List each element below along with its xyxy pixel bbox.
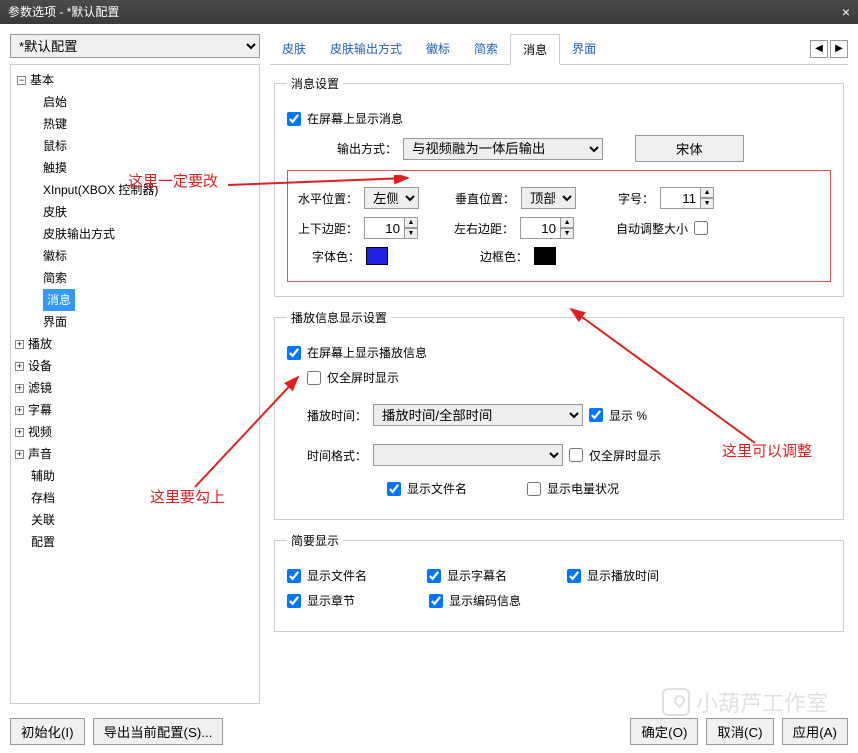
tab[interactable]: 皮肤 <box>270 34 318 64</box>
tab-scroll-left[interactable]: ◀ <box>810 40 828 58</box>
tree-node[interactable]: 存档 <box>15 487 255 509</box>
expand-icon[interactable]: + <box>15 384 24 393</box>
expand-icon[interactable]: + <box>15 406 24 415</box>
tree-node[interactable]: 简索 <box>43 267 255 289</box>
bordercolor-label: 边框色： <box>480 248 528 265</box>
tree-node[interactable]: 皮肤输出方式 <box>43 223 255 245</box>
timefmt-label: 时间格式： <box>307 447 367 464</box>
apply-button[interactable]: 应用(A) <box>782 718 848 745</box>
hpos-label: 水平位置： <box>298 190 358 207</box>
tree-node[interactable]: +视频 <box>15 421 255 443</box>
brief-playtime-checkbox[interactable]: 显示播放时间 <box>567 567 659 584</box>
bordercolor-swatch[interactable] <box>534 247 556 265</box>
output-mode-select[interactable]: 与视频融为一体后输出 <box>403 138 603 160</box>
expand-icon[interactable]: + <box>15 450 24 459</box>
timefmt-select[interactable] <box>373 444 563 466</box>
collapse-icon[interactable]: − <box>17 76 26 85</box>
close-icon[interactable]: × <box>842 0 850 24</box>
tree-node[interactable]: 热键 <box>43 113 255 135</box>
brief-display-group: 简要显示 显示文件名 显示字幕名 显示播放时间 显示章节 显示编码信息 <box>274 532 844 632</box>
tabs: 皮肤皮肤输出方式徽标简索消息界面 ◀ ▶ <box>270 34 848 65</box>
output-mode-label: 输出方式： <box>337 140 397 157</box>
autosize-checkbox[interactable]: 自动调整大小 <box>616 220 708 237</box>
tree-node[interactable]: +声音 <box>15 443 255 465</box>
tree-node[interactable]: +播放 <box>15 333 255 355</box>
show-battery-checkbox[interactable]: 显示电量状况 <box>527 480 619 497</box>
fontcolor-swatch[interactable] <box>366 247 388 265</box>
tree-node[interactable]: +设备 <box>15 355 255 377</box>
vpos-select[interactable]: 顶部 <box>521 187 576 209</box>
fontsize-spinner[interactable]: ▲▼ <box>660 187 714 209</box>
brief-filename-checkbox[interactable]: 显示文件名 <box>287 567 367 584</box>
brief-codec-checkbox[interactable]: 显示编码信息 <box>429 592 521 609</box>
window-title: 参数选项 - *默认配置 <box>8 0 119 24</box>
tree-node[interactable]: 触摸 <box>43 157 255 179</box>
vmargin-spinner[interactable]: ▲▼ <box>364 217 418 239</box>
playtime-select[interactable]: 播放时间/全部时间 <box>373 404 583 426</box>
tree-node[interactable]: 皮肤 <box>43 201 255 223</box>
footer: 初始化(I) 导出当前配置(S)... 确定(O) 取消(C) 应用(A) <box>10 718 848 745</box>
expand-icon[interactable]: + <box>15 340 24 349</box>
tree-node[interactable]: 启始 <box>43 91 255 113</box>
tree-node[interactable]: +字幕 <box>15 399 255 421</box>
tree-node[interactable]: +滤镜 <box>15 377 255 399</box>
tree-node[interactable]: 消息 <box>43 289 75 311</box>
init-button[interactable]: 初始化(I) <box>10 718 85 745</box>
only-fullscreen-checkbox[interactable]: 仅全屏时显示 <box>307 369 399 386</box>
tree-node[interactable]: 关联 <box>15 509 255 531</box>
tree-node[interactable]: 界面 <box>43 311 255 333</box>
config-selector[interactable]: *默认配置 <box>10 34 260 58</box>
tree-panel: −基本 启始热键鼠标触摸XInput(XBOX 控制器)皮肤皮肤输出方式徽标简索… <box>10 64 260 704</box>
hmargin-label: 左右边距： <box>454 220 514 237</box>
tree-node[interactable]: 徽标 <box>43 245 255 267</box>
tab[interactable]: 徽标 <box>414 34 462 64</box>
tree-node[interactable]: 鼠标 <box>43 135 255 157</box>
only-fullscreen2-checkbox[interactable]: 仅全屏时显示 <box>569 447 661 464</box>
message-settings-group: 消息设置 在屏幕上显示消息 输出方式： 与视频融为一体后输出 宋体 水平位置： … <box>274 75 844 297</box>
playback-info-legend: 播放信息显示设置 <box>287 309 391 326</box>
tab[interactable]: 消息 <box>510 34 560 65</box>
brief-subtitle-checkbox[interactable]: 显示字幕名 <box>427 567 507 584</box>
hpos-select[interactable]: 左侧 <box>364 187 419 209</box>
tree-node-basic[interactable]: −基本 <box>15 69 255 91</box>
playback-info-group: 播放信息显示设置 在屏幕上显示播放信息 仅全屏时显示 播放时间： 播放时间/全部… <box>274 309 844 520</box>
message-settings-legend: 消息设置 <box>287 75 343 92</box>
brief-chapter-checkbox[interactable]: 显示章节 <box>287 592 355 609</box>
titlebar: 参数选项 - *默认配置 × <box>0 0 858 24</box>
tab[interactable]: 简索 <box>462 34 510 64</box>
export-button[interactable]: 导出当前配置(S)... <box>93 718 224 745</box>
hmargin-spinner[interactable]: ▲▼ <box>520 217 574 239</box>
ok-button[interactable]: 确定(O) <box>630 718 698 745</box>
vmargin-label: 上下边距： <box>298 220 358 237</box>
show-filename-checkbox[interactable]: 显示文件名 <box>387 480 467 497</box>
fontcolor-label: 字体色： <box>312 248 360 265</box>
playtime-label: 播放时间： <box>307 407 367 424</box>
fontsize-label: 字号： <box>618 190 654 207</box>
cancel-button[interactable]: 取消(C) <box>706 718 773 745</box>
tree-node[interactable]: XInput(XBOX 控制器) <box>43 179 255 201</box>
font-button[interactable]: 宋体 <box>635 135 744 162</box>
tree-node[interactable]: 配置 <box>15 531 255 553</box>
expand-icon[interactable]: + <box>15 428 24 437</box>
tab[interactable]: 皮肤输出方式 <box>318 34 414 64</box>
tree-node[interactable]: 辅助 <box>15 465 255 487</box>
show-percent-checkbox[interactable]: 显示 % <box>589 407 647 424</box>
tab-scroll-right[interactable]: ▶ <box>830 40 848 58</box>
show-msg-checkbox[interactable]: 在屏幕上显示消息 <box>287 110 403 127</box>
tab[interactable]: 界面 <box>560 34 608 64</box>
expand-icon[interactable]: + <box>15 362 24 371</box>
vpos-label: 垂直位置： <box>455 190 515 207</box>
brief-display-legend: 简要显示 <box>287 532 343 549</box>
show-playbackinfo-checkbox[interactable]: 在屏幕上显示播放信息 <box>287 344 427 361</box>
